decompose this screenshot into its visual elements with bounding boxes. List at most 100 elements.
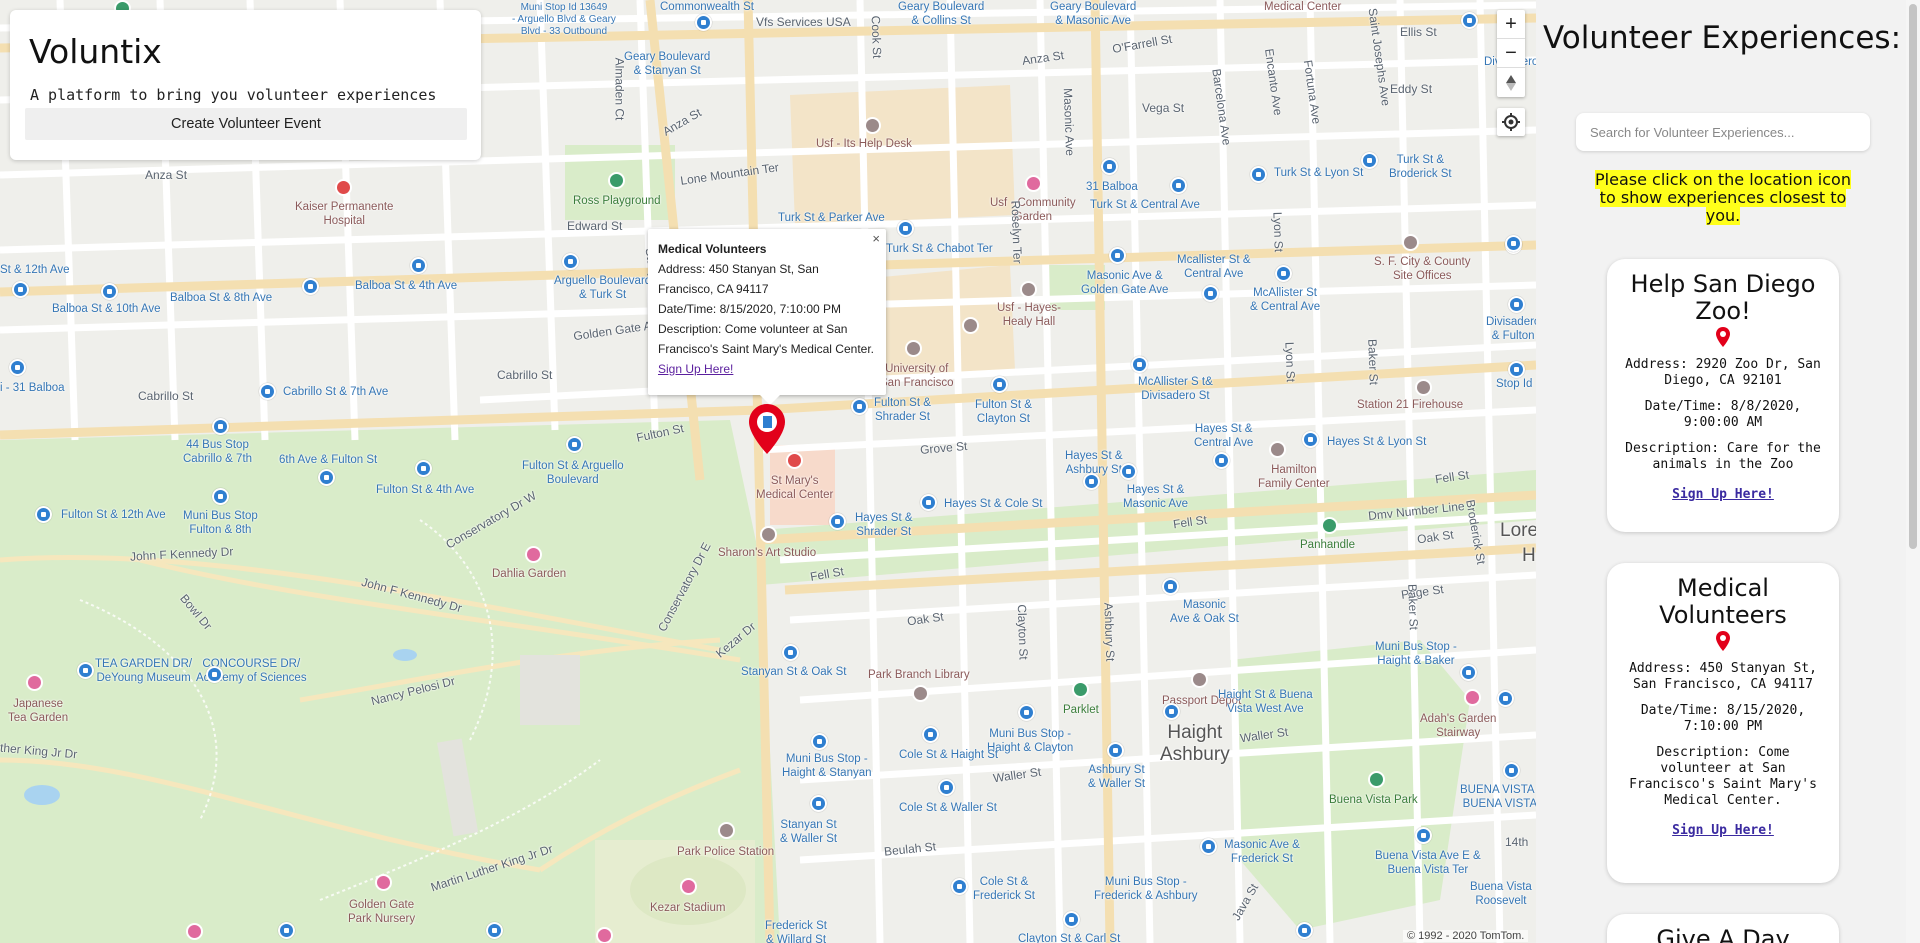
bus-stop-icon[interactable] [1213, 452, 1230, 469]
bus-stop-icon[interactable] [1163, 703, 1180, 720]
poi-icon[interactable] [1191, 671, 1208, 688]
poi-icon[interactable] [1402, 234, 1419, 251]
bus-stop-icon[interactable] [1302, 431, 1319, 448]
garden-icon[interactable] [186, 923, 203, 940]
poi-icon[interactable] [718, 822, 735, 839]
bus-stop-icon[interactable] [35, 506, 52, 523]
zoom-in-button[interactable]: + [1497, 10, 1525, 39]
scrollbar-thumb[interactable] [1909, 4, 1917, 549]
bus-stop-icon[interactable] [1109, 247, 1126, 264]
bus-stop-icon[interactable] [951, 878, 968, 895]
bus-stop-icon[interactable] [1508, 296, 1525, 313]
experiences-sidebar[interactable]: Volunteer Experiences: Please click on t… [1536, 0, 1920, 943]
poi-icon[interactable] [864, 117, 881, 134]
bus-stop-icon[interactable] [410, 257, 427, 274]
bus-stop-icon[interactable] [920, 494, 937, 511]
location-pin-icon[interactable] [1716, 327, 1730, 347]
bus-stop-icon[interactable] [897, 220, 914, 237]
bus-stop-icon[interactable] [1415, 827, 1432, 844]
bus-stop-icon[interactable] [9, 359, 26, 376]
bus-stop-icon[interactable] [1120, 463, 1137, 480]
popup-signup-link[interactable]: Sign Up Here! [658, 362, 733, 376]
park-icon[interactable] [1321, 517, 1338, 534]
bus-stop-icon[interactable] [1461, 12, 1478, 29]
garden-icon[interactable] [1464, 689, 1481, 706]
bus-stop-icon[interactable] [1250, 166, 1267, 183]
garden-icon[interactable] [1025, 175, 1042, 192]
bus-stop-icon[interactable] [302, 278, 319, 295]
bus-stop-icon[interactable] [212, 418, 229, 435]
bus-stop-icon[interactable] [1162, 578, 1179, 595]
create-event-button[interactable]: Create Volunteer Event [25, 108, 467, 140]
search-input[interactable] [1576, 113, 1870, 151]
poi-icon[interactable] [1020, 281, 1037, 298]
popup-close-icon[interactable]: × [872, 229, 880, 249]
bus-stop-icon[interactable] [851, 398, 868, 415]
bus-stop-icon[interactable] [1505, 235, 1522, 252]
bus-stop-icon[interactable] [318, 469, 335, 486]
poi-icon[interactable] [1269, 441, 1286, 458]
bus-stop-icon[interactable] [1361, 152, 1378, 169]
garden-icon[interactable] [375, 874, 392, 891]
park-icon[interactable] [1368, 771, 1385, 788]
bus-stop-icon[interactable] [811, 733, 828, 750]
location-marker-icon[interactable] [748, 403, 786, 455]
poi-icon[interactable] [760, 526, 777, 543]
bus-stop-icon[interactable] [562, 253, 579, 270]
poi-icon[interactable] [1415, 379, 1432, 396]
map-label: Panhandle [1300, 539, 1355, 551]
bus-stop-icon[interactable] [695, 14, 712, 31]
bus-stop-icon[interactable] [1107, 742, 1124, 759]
zoom-out-button[interactable]: − [1497, 39, 1525, 68]
bus-stop-icon[interactable] [938, 779, 955, 796]
park-icon[interactable] [1072, 681, 1089, 698]
bus-stop-icon[interactable] [922, 726, 939, 743]
bus-stop-icon[interactable] [212, 488, 229, 505]
bus-stop-icon[interactable] [1508, 361, 1525, 378]
bus-stop-icon[interactable] [278, 922, 295, 939]
bus-stop-icon[interactable] [206, 666, 223, 683]
bus-stop-icon[interactable] [1083, 473, 1100, 490]
bus-stop-icon[interactable] [101, 283, 118, 300]
bus-stop-icon[interactable] [782, 644, 799, 661]
signup-link[interactable]: Sign Up Here! [1672, 487, 1774, 502]
map-view[interactable]: Anza St Edward St St & 12th Ave Balboa S… [0, 0, 1536, 943]
bus-stop-icon[interactable] [991, 376, 1008, 393]
poi-icon[interactable] [962, 317, 979, 334]
bus-stop-icon[interactable] [1131, 356, 1148, 373]
bus-stop-icon[interactable] [810, 795, 827, 812]
bus-stop-icon[interactable] [829, 513, 846, 530]
location-pin-icon[interactable] [1716, 631, 1730, 651]
bus-stop-icon[interactable] [1101, 158, 1118, 175]
sidebar-scrollbar[interactable] [1906, 0, 1920, 943]
hospital-icon[interactable] [335, 179, 352, 196]
bus-stop-icon[interactable] [486, 922, 503, 939]
bus-stop-icon[interactable] [77, 662, 94, 679]
hospital-icon[interactable] [786, 452, 803, 469]
bus-stop-icon[interactable] [1170, 177, 1187, 194]
bus-stop-icon[interactable] [259, 383, 276, 400]
bus-stop-icon[interactable] [1018, 704, 1035, 721]
bus-stop-icon[interactable] [1497, 690, 1514, 707]
park-icon[interactable] [608, 172, 625, 189]
bus-stop-icon[interactable] [415, 460, 432, 477]
garden-icon[interactable] [596, 927, 613, 943]
poi-icon[interactable] [905, 340, 922, 357]
garden-icon[interactable] [525, 546, 542, 563]
bus-stop-icon[interactable] [566, 436, 583, 453]
signup-link[interactable]: Sign Up Here! [1672, 823, 1774, 838]
bus-stop-icon[interactable] [1063, 911, 1080, 928]
bus-stop-icon[interactable] [1503, 762, 1520, 779]
poi-icon[interactable] [912, 685, 929, 702]
stadium-icon[interactable] [680, 878, 697, 895]
compass-button[interactable] [1497, 68, 1525, 97]
bus-stop-icon[interactable] [1296, 922, 1313, 939]
bus-stop-icon[interactable] [1460, 664, 1477, 681]
bus-stop-icon[interactable] [1275, 265, 1292, 282]
bus-stop-icon[interactable] [1202, 285, 1219, 302]
bus-stop-icon[interactable] [12, 281, 29, 298]
garden-icon[interactable] [26, 674, 43, 691]
bus-stop-icon[interactable] [1200, 838, 1217, 855]
geolocate-button[interactable] [1497, 108, 1525, 136]
map-label: Cook St [868, 15, 885, 59]
